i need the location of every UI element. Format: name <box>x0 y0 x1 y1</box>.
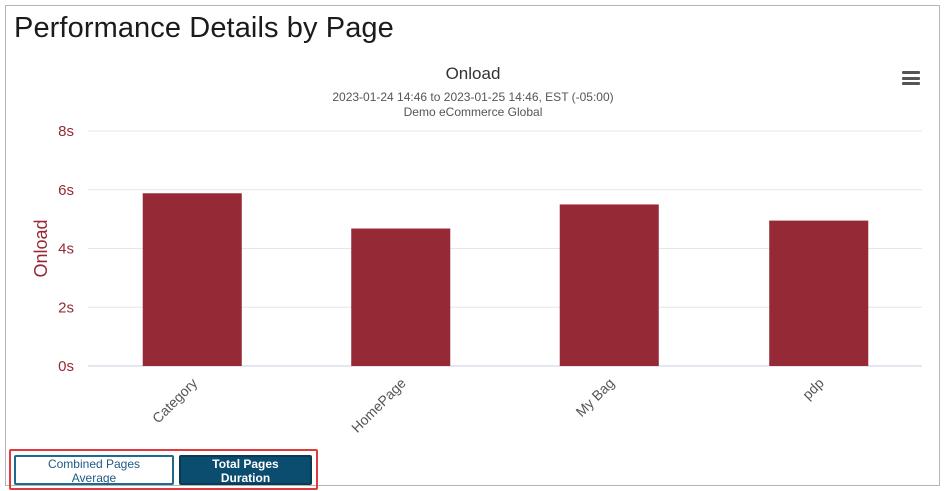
hamburger-menu-icon[interactable] <box>902 71 920 85</box>
combined-pages-average-button[interactable]: Combined Pages Average <box>14 455 174 485</box>
total-pages-duration-button[interactable]: Total Pages Duration <box>179 455 312 485</box>
page-title: Performance Details by Page <box>14 12 394 44</box>
panel-frame <box>5 5 940 486</box>
